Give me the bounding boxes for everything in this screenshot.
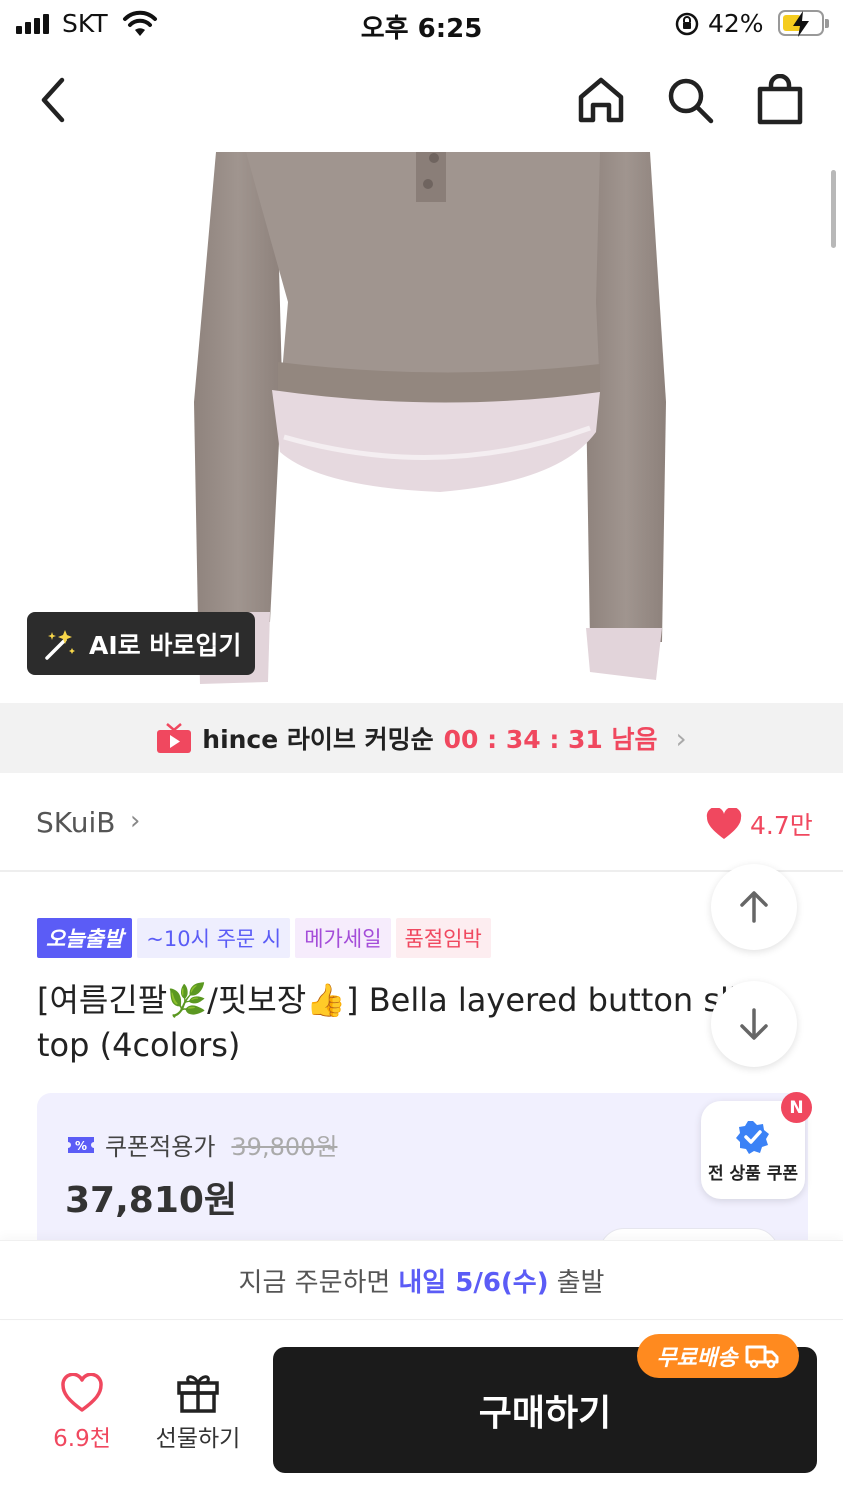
coupon-price-row: % 쿠폰적용가 39,800원	[67, 1127, 337, 1162]
delivery-truck-icon	[745, 1345, 779, 1369]
back-button[interactable]	[24, 70, 84, 130]
today-ship-badge: 오늘출발	[37, 918, 133, 958]
ai-try-on-label: AI로 바로입기	[89, 630, 242, 660]
scroll-down-button[interactable]	[711, 981, 797, 1067]
live-banner[interactable]: hince 라이브 커밍순 00 : 34 : 31 남음 ›	[0, 703, 843, 773]
live-countdown: 00 : 34 : 31 남음	[443, 725, 658, 754]
svg-text:%: %	[75, 1139, 87, 1153]
live-banner-text: hince 라이브 커밍순	[202, 725, 434, 754]
wishlist-button[interactable]: 6.9천	[40, 1373, 124, 1453]
heart-outline-icon	[61, 1373, 103, 1412]
battery-charging-icon	[778, 10, 829, 37]
arrow-up-icon	[740, 891, 768, 923]
free-shipping-badge: 무료배송	[637, 1334, 799, 1378]
shipping-prefix: 지금 주문하면	[238, 1267, 391, 1298]
battery-percent: 42%	[708, 9, 764, 38]
all-product-coupon-label: 전 상품 쿠폰	[707, 1164, 799, 1184]
order-time-badge: ~10시 주문 시	[137, 918, 291, 958]
gift-label: 선물하기	[155, 1426, 241, 1452]
search-button[interactable]	[660, 70, 720, 130]
heart-filled-icon	[706, 808, 742, 839]
brand-like-count: 4.7만	[750, 811, 813, 840]
original-price: 39,800원	[231, 1133, 338, 1161]
chevron-right-icon: ›	[130, 806, 141, 836]
badge-row: 오늘출발 ~10시 주문 시 메가세일 품절임박	[37, 918, 491, 958]
verified-badge-icon	[736, 1121, 769, 1154]
mega-sale-badge: 메가세일	[295, 918, 391, 958]
gift-icon	[177, 1375, 219, 1413]
product-title: [여름긴팔🌿/핏보장👍] Bella layered button sli to…	[37, 978, 757, 1070]
scroll-up-button[interactable]	[711, 864, 797, 950]
chevron-left-icon	[41, 77, 65, 123]
arrow-down-icon	[740, 1008, 768, 1040]
cart-button[interactable]	[750, 70, 810, 130]
product-title-line1: [여름긴팔🌿/핏보장👍] Bella layered button sli	[37, 981, 738, 1019]
chevron-right-icon: ›	[675, 721, 687, 755]
magic-wand-icon	[45, 629, 75, 660]
home-button[interactable]	[571, 70, 631, 130]
brand-like-button[interactable]: 4.7만	[706, 806, 813, 842]
shopping-bag-icon	[757, 74, 803, 125]
rotation-lock-icon	[674, 11, 700, 41]
coupon-icon: %	[68, 1136, 94, 1153]
brand-name-link[interactable]: SKuiB	[36, 806, 115, 839]
ai-try-on-button[interactable]: AI로 바로입기	[27, 612, 255, 675]
home-icon	[578, 77, 624, 123]
status-bar: SKT 오후 6:25 42%	[0, 0, 843, 50]
wishlist-count: 6.9천	[53, 1426, 111, 1452]
bottom-action-bar: 6.9천 선물하기 구매하기 무료배송	[0, 1321, 843, 1500]
live-tv-icon	[157, 723, 192, 753]
sold-out-soon-badge: 품절임박	[395, 918, 491, 958]
shipping-date: 내일 5/6(수)	[398, 1267, 549, 1298]
shipping-notice: 지금 주문하면 내일 5/6(수) 출발	[0, 1240, 843, 1320]
brand-row: SKuiB › 4.7만	[0, 776, 843, 872]
shipping-suffix: 출발	[556, 1267, 605, 1298]
new-badge: N	[781, 1092, 812, 1123]
scroll-indicator[interactable]	[831, 170, 836, 248]
final-price: 37,810원	[65, 1180, 238, 1221]
free-shipping-label: 무료배송	[656, 1346, 738, 1371]
gift-button[interactable]: 선물하기	[148, 1371, 248, 1453]
search-icon	[668, 78, 714, 124]
product-title-line2: top (4colors)	[37, 1026, 241, 1064]
coupon-price-label: 쿠폰적용가	[105, 1133, 216, 1161]
